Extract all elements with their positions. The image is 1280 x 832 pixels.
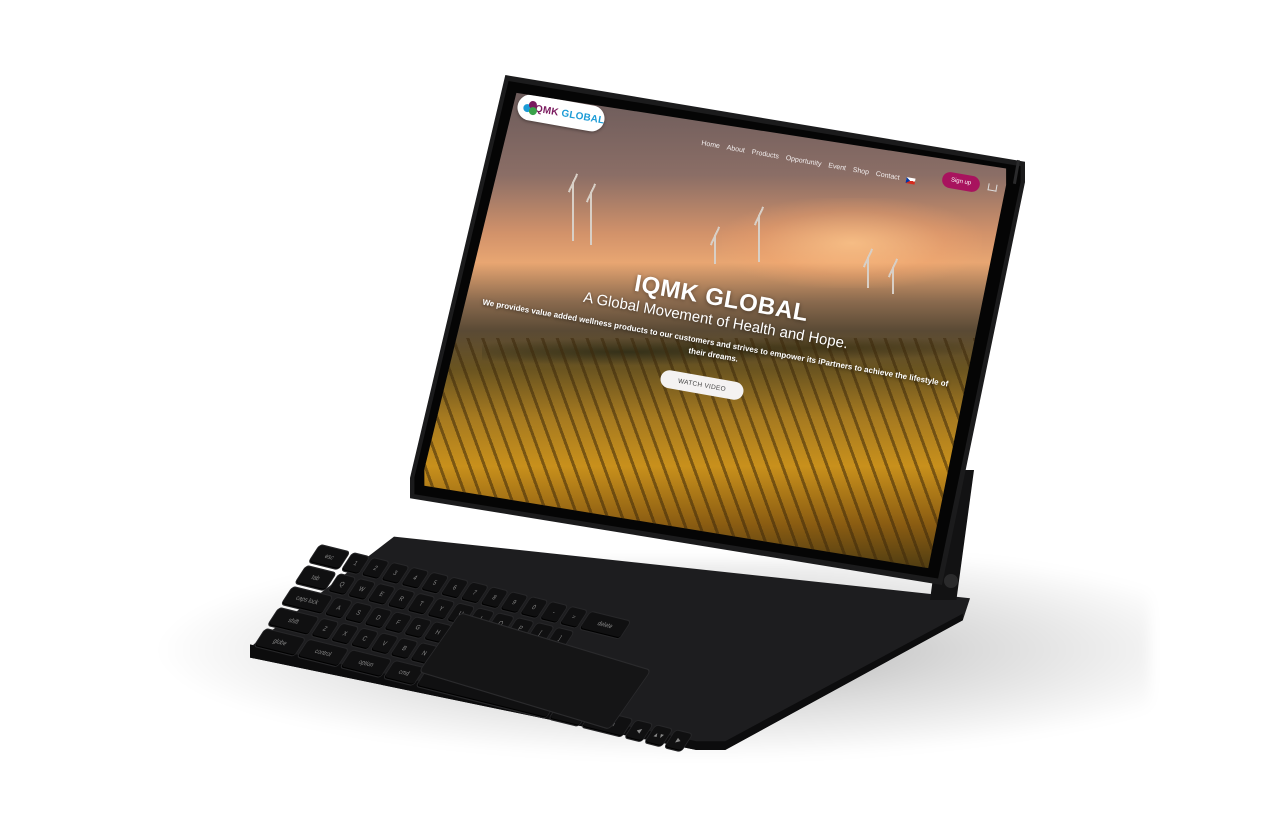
key[interactable]: option bbox=[340, 650, 392, 678]
logo-text: IQMK GLOBAL bbox=[531, 102, 605, 126]
nav-products[interactable]: Products bbox=[751, 149, 779, 161]
logo-mark-icon bbox=[522, 100, 538, 116]
philippines-flag-icon[interactable] bbox=[905, 176, 916, 185]
cart-icon[interactable] bbox=[987, 183, 998, 192]
logo-mk: MK bbox=[541, 104, 560, 118]
logo-global: GLOBAL bbox=[560, 107, 606, 127]
nav-home[interactable]: Home bbox=[701, 140, 721, 150]
hinge-knob bbox=[944, 574, 958, 588]
signup-button[interactable]: Sign up bbox=[940, 170, 982, 194]
nav-shop[interactable]: Shop bbox=[852, 167, 869, 177]
nav-event[interactable]: Event bbox=[828, 162, 847, 172]
nav-contact[interactable]: Contact bbox=[875, 171, 900, 182]
watch-video-button[interactable]: WATCH VIDEO bbox=[659, 368, 745, 402]
key[interactable]: globe bbox=[254, 629, 306, 656]
nav-opportunity[interactable]: Opportunity bbox=[785, 155, 822, 168]
key[interactable]: control bbox=[297, 639, 349, 667]
nav-about[interactable]: About bbox=[726, 144, 745, 154]
